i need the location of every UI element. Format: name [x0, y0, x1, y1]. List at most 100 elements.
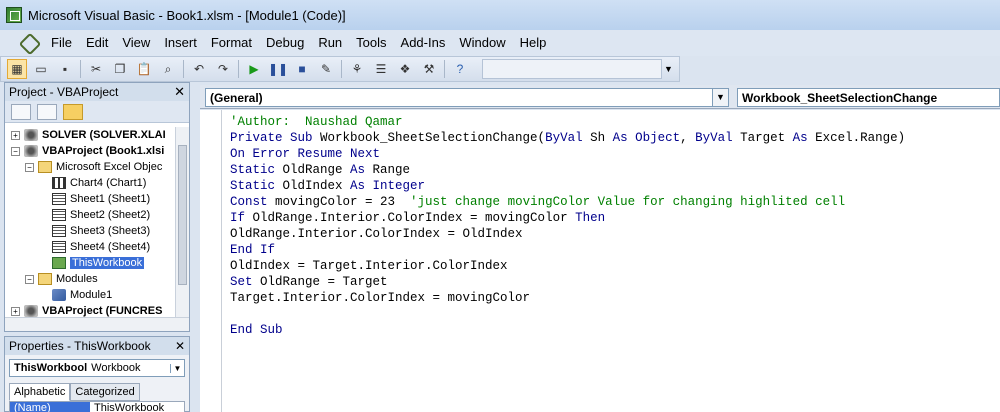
menu-format[interactable]: Format: [204, 30, 259, 56]
toggle-folders-icon[interactable]: [63, 103, 83, 120]
project-tree-vertical-scrollbar[interactable]: [175, 127, 189, 317]
tab-categorized[interactable]: Categorized: [70, 383, 140, 401]
menu-run[interactable]: Run: [311, 30, 349, 56]
reset-icon[interactable]: ■: [292, 59, 312, 79]
cut-icon[interactable]: ✂: [86, 59, 106, 79]
copy-icon[interactable]: ❐: [110, 59, 130, 79]
code-line[interactable]: Static OldRange As Range: [230, 162, 1000, 178]
code-line[interactable]: Private Sub Workbook_SheetSelectionChang…: [230, 130, 1000, 146]
tree-item[interactable]: − Microsoft Excel Objec: [5, 159, 175, 175]
break-icon[interactable]: ❚❚: [268, 59, 288, 79]
menu-help[interactable]: Help: [513, 30, 554, 56]
project-panel-toolbar: [5, 101, 189, 123]
tree-item[interactable]: − VBAProject (Book1.xlsi: [5, 143, 175, 159]
help-icon[interactable]: ?: [450, 59, 470, 79]
code-line[interactable]: On Error Resume Next: [230, 146, 1000, 162]
sheet-icon: [52, 209, 66, 221]
code-keyword: As: [792, 131, 816, 145]
code-text: OldRange.Interior.ColorIndex = movingCol…: [252, 211, 576, 225]
close-icon[interactable]: ✕: [174, 84, 185, 100]
code-line[interactable]: [230, 306, 1000, 322]
menu-file[interactable]: File: [44, 30, 79, 56]
tree-item[interactable]: Module1: [5, 287, 175, 303]
redo-icon[interactable]: ↷: [213, 59, 233, 79]
code-keyword: ByVal: [695, 131, 741, 145]
properties-panel-title-text: Properties - ThisWorkbook: [9, 339, 151, 353]
code-text: OldIndex: [282, 179, 351, 193]
property-row[interactable]: (Name) ThisWorkbook: [9, 401, 185, 412]
toolbar-separator: [80, 60, 81, 78]
code-text: OldRange: [282, 163, 351, 177]
object-type: Workbook: [91, 362, 141, 374]
menu-view[interactable]: View: [115, 30, 157, 56]
find-icon[interactable]: ⌕: [158, 59, 178, 79]
tree-item[interactable]: ThisWorkbook: [5, 255, 175, 271]
project-tree-horizontal-scrollbar[interactable]: [5, 317, 189, 331]
menu-tools[interactable]: Tools: [349, 30, 393, 56]
object-combo[interactable]: (General) ▼: [205, 88, 729, 107]
code-keyword: If: [230, 211, 253, 225]
code-keyword: On Error Resume Next: [230, 147, 381, 161]
tree-item[interactable]: Sheet2 (Sheet2): [5, 207, 175, 223]
scrollbar-thumb[interactable]: [178, 145, 187, 285]
code-keyword: Static: [230, 179, 283, 193]
code-line[interactable]: OldRange.Interior.ColorIndex = OldIndex: [230, 226, 1000, 242]
tab-alphabetic[interactable]: Alphabetic: [9, 383, 71, 401]
undo-icon[interactable]: ↶: [189, 59, 209, 79]
code-line[interactable]: Const movingColor = 23 'just change movi…: [230, 194, 1000, 210]
view-object-icon[interactable]: [37, 103, 57, 120]
tree-item[interactable]: Sheet3 (Sheet3): [5, 223, 175, 239]
expand-icon[interactable]: +: [11, 130, 20, 140]
code-keyword: Const: [230, 195, 276, 209]
design-mode-icon[interactable]: ✎: [316, 59, 336, 79]
code-line[interactable]: Static OldIndex As Integer: [230, 178, 1000, 194]
save-icon[interactable]: ▪: [55, 59, 75, 79]
code-line[interactable]: Set OldRange = Target: [230, 274, 1000, 290]
code-margin-indicator-bar[interactable]: [200, 110, 222, 412]
tree-item[interactable]: Sheet1 (Sheet1): [5, 191, 175, 207]
property-value[interactable]: ThisWorkbook: [90, 402, 164, 412]
collapse-icon[interactable]: −: [25, 274, 34, 284]
procedure-combo[interactable]: Workbook_SheetSelectionChange: [737, 88, 1000, 107]
paste-icon[interactable]: 📋: [134, 59, 154, 79]
chevron-down-icon[interactable]: ▼: [712, 89, 728, 106]
properties-panel: Properties - ThisWorkbook ✕ ThisWorkbool…: [4, 336, 190, 412]
close-icon[interactable]: ✕: [175, 339, 185, 353]
code-line[interactable]: OldIndex = Target.Interior.ColorIndex: [230, 258, 1000, 274]
code-line[interactable]: If OldRange.Interior.ColorIndex = moving…: [230, 210, 1000, 226]
menu-window[interactable]: Window: [452, 30, 512, 56]
tree-item[interactable]: Chart4 (Chart1): [5, 175, 175, 191]
window-title: Microsoft Visual Basic - Book1.xlsm - [M…: [28, 7, 346, 23]
property-key: (Name): [10, 402, 90, 412]
menu-add-ins[interactable]: Add-Ins: [394, 30, 453, 56]
code-line[interactable]: End If: [230, 242, 1000, 258]
menu-edit[interactable]: Edit: [79, 30, 115, 56]
tree-item[interactable]: Sheet4 (Sheet4): [5, 239, 175, 255]
menu-insert[interactable]: Insert: [157, 30, 204, 56]
object-browser-icon[interactable]: ❖: [395, 59, 415, 79]
properties-icon[interactable]: ☰: [371, 59, 391, 79]
collapse-icon[interactable]: −: [25, 162, 34, 172]
object-select[interactable]: ThisWorkbool Workbook ▼: [9, 359, 185, 377]
tree-item[interactable]: + SOLVER (SOLVER.XLAI: [5, 127, 175, 143]
menu-bar: File Edit View Insert Format Debug Run T…: [0, 30, 1000, 56]
code-text: Sh: [590, 131, 613, 145]
run-icon[interactable]: ▶: [244, 59, 264, 79]
expand-icon[interactable]: +: [11, 306, 20, 316]
menu-debug[interactable]: Debug: [259, 30, 311, 56]
project-explorer-icon[interactable]: ⚘: [347, 59, 367, 79]
view-code-icon[interactable]: [11, 103, 31, 120]
chevron-down-icon[interactable]: ▼: [170, 363, 184, 373]
insert-userform-icon[interactable]: ▭: [31, 59, 51, 79]
code-line[interactable]: 'Author: Naushad Qamar: [230, 114, 1000, 130]
code-keyword: Static: [230, 163, 283, 177]
code-editor[interactable]: 'Author: Naushad Qamar Private Sub Workbo…: [222, 110, 1000, 412]
excel-view-icon[interactable]: ▦: [7, 59, 27, 79]
toolbox-icon[interactable]: ⚒: [419, 59, 439, 79]
system-menu-icon[interactable]: [20, 34, 38, 52]
collapse-icon[interactable]: −: [11, 146, 20, 156]
toolbar-options-icon[interactable]: ▼: [664, 64, 676, 74]
code-line[interactable]: End Sub: [230, 322, 1000, 338]
code-line[interactable]: Target.Interior.ColorIndex = movingColor: [230, 290, 1000, 306]
tree-item[interactable]: − Modules: [5, 271, 175, 287]
